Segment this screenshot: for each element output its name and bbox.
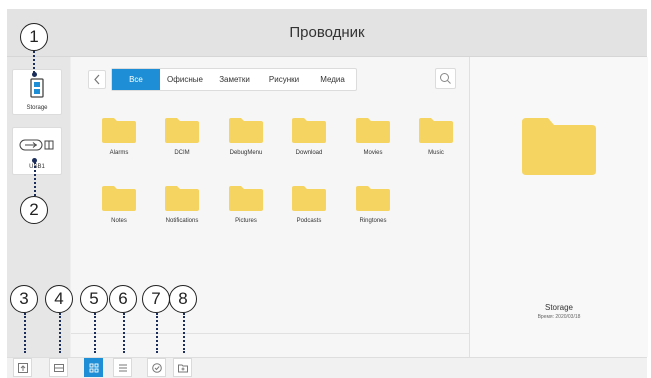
folder-icon	[165, 118, 199, 143]
callout-1-dot	[32, 72, 37, 77]
folder-name: DCIM	[174, 150, 190, 156]
folder-name: Music	[428, 150, 444, 156]
filter-tabs: Все Офисные Заметки Рисунки Медиа	[111, 68, 357, 91]
tab-pictures[interactable]: Рисунки	[259, 69, 309, 90]
folder-name: Pictures	[235, 218, 257, 224]
folder-icon	[229, 186, 263, 211]
sd-card-icon	[30, 78, 44, 98]
details-name: Storage	[544, 303, 574, 312]
folder-name: Podcasts	[296, 218, 322, 224]
callout-6-leader	[123, 313, 125, 353]
folder-icon	[356, 118, 390, 143]
callout-4: 4	[45, 285, 73, 313]
large-folder-icon	[522, 118, 596, 175]
bottom-toolbar	[7, 357, 647, 378]
grid-view-icon	[89, 363, 98, 372]
folder-item[interactable]: Download	[279, 117, 339, 172]
upload-button[interactable]	[13, 358, 32, 377]
upload-icon	[17, 362, 28, 373]
storage-button[interactable]	[49, 358, 68, 377]
usb-drive-icon	[19, 139, 54, 151]
folder-item[interactable]: Music	[406, 117, 466, 172]
folder-item[interactable]: Podcasts	[279, 185, 339, 240]
window-title: Проводник	[289, 24, 365, 41]
folder-name: Notes	[111, 218, 127, 224]
folder-item[interactable]: Notifications	[152, 185, 212, 240]
search-icon	[440, 73, 451, 84]
tab-notes[interactable]: Заметки	[210, 69, 259, 90]
grid-view-button[interactable]	[84, 358, 103, 377]
callout-4-leader	[59, 313, 61, 353]
callout-7-leader	[156, 313, 158, 353]
file-explorer-window: Проводник Storage USB1 Все Офисные Замет…	[7, 9, 648, 378]
callout-1: 1	[20, 23, 48, 51]
callout-1-leader	[33, 51, 35, 73]
back-button[interactable]	[88, 70, 106, 89]
drive-storage[interactable]: Storage	[12, 69, 62, 115]
folder-item[interactable]: Alarms	[89, 117, 149, 172]
tab-media[interactable]: Медиа	[309, 69, 356, 90]
content-divider	[71, 333, 469, 334]
drive-label-usb1: USB1	[29, 164, 45, 170]
folder-name: Alarms	[109, 150, 129, 156]
folder-icon	[165, 186, 199, 211]
folder-name: Movies	[363, 150, 383, 156]
details-time: Время: 2020/03/18	[537, 314, 581, 320]
file-browser-pane: Все Офисные Заметки Рисунки Медиа Alarms…	[71, 57, 469, 357]
folder-name: Ringtones	[359, 218, 387, 224]
new-folder-icon	[177, 364, 188, 372]
folder-item[interactable]: Pictures	[216, 185, 276, 240]
callout-2: 2	[20, 196, 48, 224]
callout-2-leader	[34, 162, 36, 196]
folder-item[interactable]: Movies	[343, 117, 403, 172]
callout-7: 7	[142, 285, 170, 313]
callout-3-leader	[24, 313, 26, 353]
select-button[interactable]	[147, 358, 166, 377]
chevron-left-icon	[94, 74, 100, 85]
list-view-icon	[118, 364, 127, 371]
folder-name: Notifications	[165, 218, 199, 224]
callout-5-leader	[94, 313, 96, 353]
storage-icon	[53, 363, 64, 372]
callout-8: 8	[169, 285, 197, 313]
details-panel: Storage Время: 2020/03/18	[469, 57, 648, 357]
check-circle-icon	[151, 362, 162, 373]
folder-item[interactable]: Notes	[89, 185, 149, 240]
tab-all[interactable]: Все	[112, 69, 160, 90]
new-folder-button[interactable]	[173, 358, 192, 377]
folder-item[interactable]: DebugMenu	[216, 117, 276, 172]
search-button[interactable]	[435, 68, 456, 89]
folder-icon	[292, 186, 326, 211]
folder-icon	[292, 118, 326, 143]
callout-5: 5	[80, 285, 108, 313]
folder-name: Download	[295, 150, 323, 156]
title-bar: Проводник	[7, 9, 647, 57]
callout-6: 6	[109, 285, 137, 313]
folder-icon	[102, 118, 136, 143]
folder-icon	[356, 186, 390, 211]
folder-name: DebugMenu	[229, 150, 263, 156]
list-view-button[interactable]	[113, 358, 132, 377]
drive-label-storage: Storage	[26, 105, 48, 111]
folder-icon	[102, 186, 136, 211]
folder-item[interactable]: Ringtones	[343, 185, 403, 240]
folder-icon	[229, 118, 263, 143]
tab-office[interactable]: Офисные	[160, 69, 210, 90]
folder-item[interactable]: DCIM	[152, 117, 212, 172]
drive-usb1[interactable]: USB1	[12, 127, 62, 175]
callout-8-leader	[183, 313, 185, 353]
folder-icon	[419, 118, 453, 143]
callout-3: 3	[10, 285, 38, 313]
